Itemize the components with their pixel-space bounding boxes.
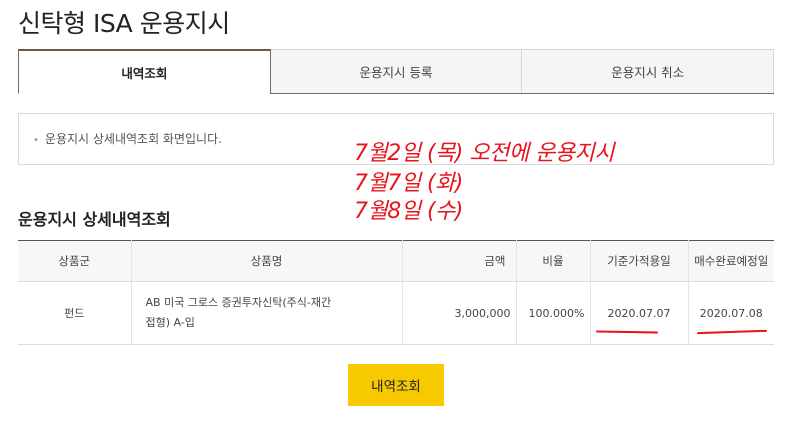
cell-category: 펀드	[18, 281, 131, 345]
tab-cancel[interactable]: 운용지시 취소	[522, 49, 775, 94]
product-name-line1: AB 미국 그로스 증권투자신탁(주식-재간	[145, 296, 332, 309]
tab-underline	[270, 93, 774, 94]
table-row: 펀드 AB 미국 그로스 증권투자신탁(주식-재간 접형) A-입 3,000,…	[18, 281, 774, 345]
cell-base-date: 2020.07.07	[589, 281, 688, 345]
bullet-icon: •	[33, 135, 39, 146]
page-title: 신탁형 ISA 운용지시	[18, 9, 230, 38]
cell-settle-date: 2020.07.08	[687, 281, 774, 345]
cell-amount: 3,000,000	[401, 281, 516, 345]
table-header-row: 상품군 상품명 금액 비율 기준가적용일 매수완료예정일	[18, 240, 774, 282]
tab-register[interactable]: 운용지시 등록	[270, 49, 523, 94]
header-product: 상품명	[130, 240, 402, 282]
handwritten-annotation-3: 7월8일 (수)	[354, 199, 463, 224]
header-ratio: 비율	[515, 240, 590, 282]
inquiry-button[interactable]: 내역조회	[348, 364, 444, 406]
header-settle-date: 매수완료예정일	[687, 240, 774, 282]
cell-product: AB 미국 그로스 증권투자신탁(주식-재간 접형) A-입	[130, 281, 402, 345]
info-message: • 운용지시 상세내역조회 화면입니다.	[33, 130, 222, 147]
header-base-date: 기준가적용일	[589, 240, 688, 282]
product-name-line2: 접형) A-입	[145, 316, 195, 329]
cell-ratio: 100.000%	[515, 281, 590, 345]
header-amount: 금액	[401, 240, 516, 282]
tab-history[interactable]: 내역조회	[18, 49, 271, 94]
handwritten-annotation-1: 7월2일 (목) 오전에 운용지시	[354, 141, 615, 166]
section-title: 운용지시 상세내역조회	[18, 210, 171, 229]
header-category: 상품군	[18, 240, 131, 282]
tab-bar: 내역조회 운용지시 등록 운용지시 취소	[18, 49, 775, 94]
info-text: 운용지시 상세내역조회 화면입니다.	[44, 132, 222, 146]
detail-table: 상품군 상품명 금액 비율 기준가적용일 매수완료예정일 펀드 AB 미국 그로…	[18, 240, 774, 345]
